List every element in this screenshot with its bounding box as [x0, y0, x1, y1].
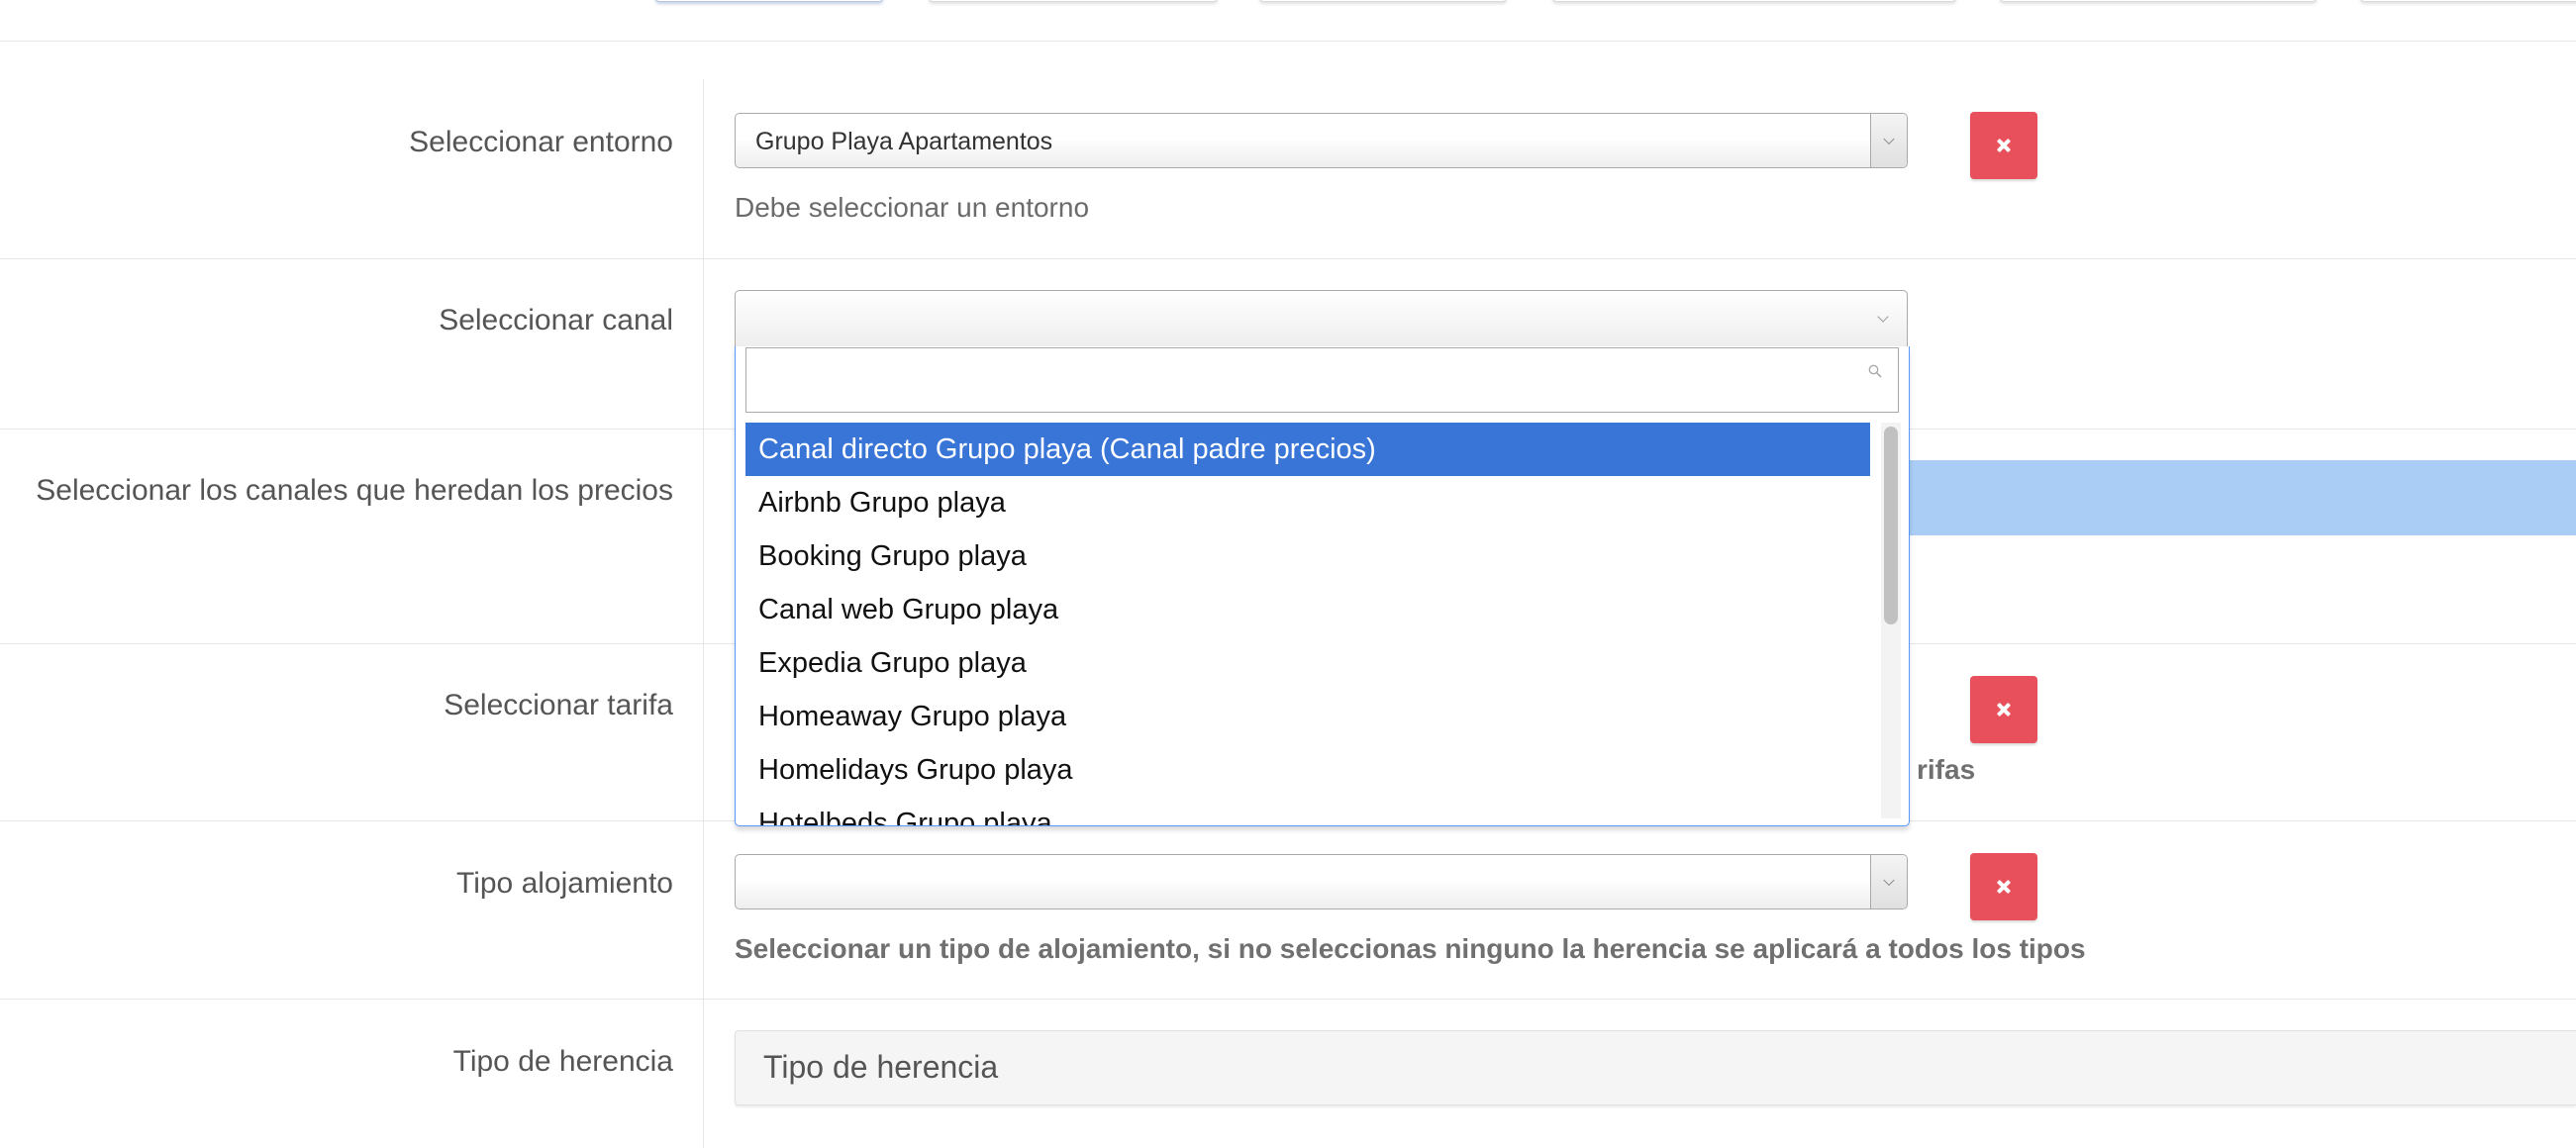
canal-option[interactable]: Expedia Grupo playa [745, 636, 1870, 690]
entorno-label: Seleccionar entorno [409, 126, 673, 158]
canal-option[interactable]: Canal web Grupo playa [745, 583, 1870, 636]
top-tab-3[interactable] [1259, 0, 1507, 2]
tarifa-label: Seleccionar tarifa [444, 689, 673, 721]
canal-search-input[interactable] [746, 348, 1898, 412]
canal-option[interactable]: Booking Grupo playa [745, 529, 1870, 583]
tarifa-help: rifas [1917, 754, 1976, 785]
canal-option[interactable]: Airbnb Grupo playa [745, 476, 1870, 529]
herencia-label: Tipo de herencia [452, 1045, 673, 1078]
canal-dropdown: Canal directo Grupo playa (Canal padre p… [735, 346, 1910, 826]
top-tab-2[interactable] [929, 0, 1218, 2]
column-divider [703, 79, 704, 1148]
canal-search-box[interactable] [745, 347, 1899, 413]
herencia-field[interactable]: Tipo de herencia [735, 1030, 2576, 1105]
top-tab-5[interactable] [2000, 0, 2317, 2]
alojamiento-select[interactable] [735, 854, 1908, 909]
remove-tarifa-button[interactable] [1970, 676, 2037, 743]
entorno-help: Debe seleccionar un entorno [735, 192, 1090, 223]
canal-options-list: Canal directo Grupo playa (Canal padre p… [745, 423, 1870, 825]
top-tab-1[interactable] [655, 0, 883, 2]
divider [0, 999, 2576, 1000]
alojamiento-select-arrow[interactable] [1870, 855, 1907, 909]
alojamiento-label: Tipo alojamiento [455, 867, 673, 900]
search-icon [1868, 364, 1882, 378]
heredan-label: Seleccionar los canales que heredan los … [36, 474, 673, 507]
top-tab-4[interactable] [1552, 0, 1956, 2]
chevron-down-icon [1883, 874, 1895, 887]
entorno-select[interactable]: Grupo Playa Apartamentos [735, 113, 1908, 168]
canal-select[interactable] [735, 290, 1908, 347]
divider [0, 258, 2576, 259]
remove-entorno-button[interactable] [1970, 112, 2037, 179]
remove-alojamiento-button[interactable] [1970, 853, 2037, 920]
canal-label: Seleccionar canal [439, 304, 673, 336]
entorno-select-value: Grupo Playa Apartamentos [755, 128, 1053, 155]
canal-option[interactable]: Canal directo Grupo playa (Canal padre p… [745, 423, 1870, 476]
top-tab-6[interactable] [2360, 0, 2576, 2]
alojamiento-help: Seleccionar un tipo de alojamiento, si n… [735, 933, 2086, 964]
divider [0, 41, 2576, 42]
dropdown-scrollbar[interactable] [1881, 423, 1901, 818]
dropdown-scrollbar-thumb[interactable] [1884, 427, 1898, 624]
herencia-field-value: Tipo de herencia [763, 1049, 999, 1085]
chevron-down-icon [1877, 311, 1889, 323]
canal-option[interactable]: Homelidays Grupo playa [745, 743, 1870, 797]
canal-option[interactable]: Homeaway Grupo playa [745, 690, 1870, 743]
entorno-select-arrow[interactable] [1870, 114, 1907, 167]
chevron-down-icon [1883, 133, 1895, 145]
canal-option[interactable]: Hotelbeds Grupo playa [745, 797, 1870, 825]
